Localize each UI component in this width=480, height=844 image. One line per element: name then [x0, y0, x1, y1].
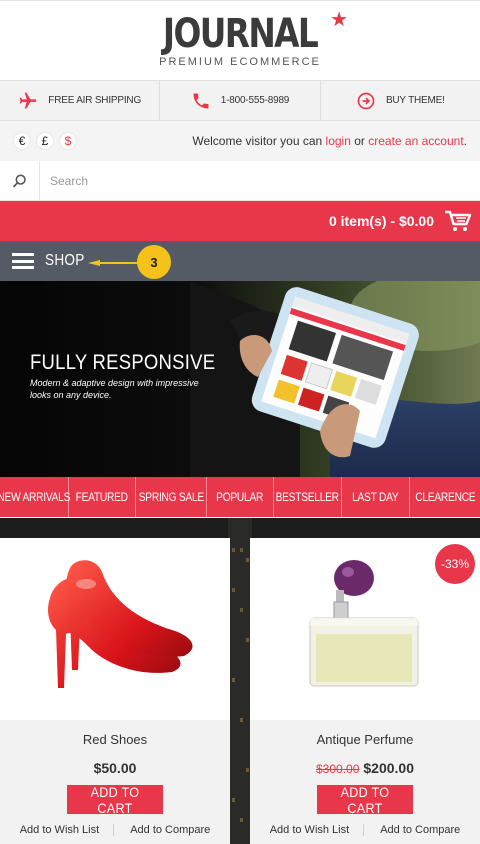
- logo-subtitle: PREMIUM ECOMMERCE: [159, 55, 321, 68]
- airplane-icon: [19, 92, 37, 108]
- add-to-wishlist-link[interactable]: Add to Wish List: [20, 824, 115, 836]
- welcome-bar: € £ $ Welcome visitor you can login or c…: [0, 121, 480, 161]
- info-label: BUY THEME!: [385, 95, 445, 106]
- tab-new-arrivals[interactable]: NEW ARRIVALS: [0, 477, 71, 517]
- star-icon: ★: [330, 8, 349, 31]
- tab-clearence[interactable]: CLEARENCE: [410, 477, 480, 517]
- callout-arrow: [88, 260, 138, 266]
- currency-dollar[interactable]: $: [59, 132, 77, 150]
- add-to-cart-button[interactable]: ADD TO CART: [67, 784, 163, 816]
- welcome-or: or: [354, 134, 365, 148]
- product-card[interactable]: Red Shoes $50.00 ADD TO CART Add to Wish…: [0, 538, 230, 844]
- currency-pound[interactable]: £: [36, 132, 54, 150]
- search-input[interactable]: [40, 161, 480, 200]
- product-info: Red Shoes $50.00 ADD TO CART Add to Wish…: [0, 720, 230, 844]
- hero-title: FULLY RESPONSIVE: [30, 351, 216, 374]
- tab-bestseller[interactable]: BESTSELLER: [274, 477, 342, 517]
- info-item-shipping[interactable]: FREE AIR SHIPPING: [0, 81, 161, 120]
- product-name[interactable]: Red Shoes: [0, 732, 230, 747]
- login-link[interactable]: login: [326, 134, 351, 148]
- logo[interactable]: JOURNAL ★ PREMIUM ECOMMERCE: [146, 10, 348, 68]
- product-image[interactable]: [0, 538, 230, 720]
- welcome-prefix: Welcome visitor you can: [192, 134, 323, 148]
- tab-popular[interactable]: POPULAR: [207, 477, 274, 517]
- welcome-suffix: .: [463, 134, 467, 148]
- info-bar: FREE AIR SHIPPING 1-800-555-8989 BUY THE…: [0, 80, 480, 121]
- cart-summary: 0 item(s) - $0.00: [328, 213, 434, 229]
- tab-featured[interactable]: FEATURED: [69, 477, 136, 517]
- product-image[interactable]: -33%: [250, 538, 480, 720]
- product-name[interactable]: Antique Perfume: [250, 732, 480, 747]
- discount-badge: -33%: [435, 544, 475, 584]
- tab-spring-sale[interactable]: SPRING SALE: [136, 477, 207, 517]
- product-price: $300.00 $200.00: [250, 760, 480, 776]
- currency-euro[interactable]: €: [13, 132, 31, 150]
- site-header: JOURNAL ★ PREMIUM ECOMMERCE: [0, 0, 480, 80]
- product-old-price: $300.00: [316, 762, 360, 776]
- product-grid: Red Shoes $50.00 ADD TO CART Add to Wish…: [0, 518, 480, 844]
- product-info: Antique Perfume $300.00 $200.00 ADD TO CA…: [250, 720, 480, 844]
- phone-icon: [193, 93, 209, 108]
- shop-menu-bar[interactable]: SHOP 3: [0, 241, 480, 281]
- welcome-message: Welcome visitor you can login or create …: [192, 134, 467, 148]
- product-links: Add to Wish List Add to Compare: [0, 824, 230, 836]
- tab-last-day[interactable]: LAST DAY: [342, 477, 410, 517]
- product-price: $50.00: [0, 760, 230, 776]
- product-card[interactable]: -33% Antique Perfume $300.00 $200.00 ADD …: [250, 538, 480, 844]
- search-button[interactable]: [0, 161, 40, 200]
- product-price-value: $50.00: [93, 760, 137, 776]
- create-account-link[interactable]: create an account: [368, 134, 463, 148]
- add-to-cart-button[interactable]: ADD TO CART: [317, 784, 413, 816]
- info-item-buy-theme[interactable]: BUY THEME!: [321, 81, 480, 120]
- cart-bar[interactable]: 0 item(s) - $0.00: [0, 201, 480, 241]
- product-links: Add to Wish List Add to Compare: [250, 824, 480, 836]
- arrow-circle-icon: [357, 92, 375, 109]
- info-item-phone[interactable]: 1-800-555-8989: [160, 81, 321, 120]
- category-tabs: NEW ARRIVALS FEATURED SPRING SALE POPULA…: [0, 477, 480, 517]
- cart-icon: [445, 210, 472, 231]
- currency-switcher: € £ $: [13, 132, 77, 150]
- info-label: 1-800-555-8989: [220, 95, 290, 106]
- callout-badge: 3: [137, 245, 171, 279]
- product-price-value: $200.00: [363, 760, 414, 776]
- add-to-compare-link[interactable]: Add to Compare: [114, 824, 210, 836]
- menu-icon: [12, 253, 34, 269]
- shop-label: SHOP: [45, 252, 85, 269]
- hero-banner[interactable]: FULLY RESPONSIVE Modern & adaptive desig…: [0, 281, 480, 477]
- logo-title: JOURNAL: [162, 10, 319, 57]
- add-to-wishlist-link[interactable]: Add to Wish List: [270, 824, 365, 836]
- search-icon: [12, 174, 26, 187]
- search-bar: [0, 161, 480, 201]
- add-to-compare-link[interactable]: Add to Compare: [364, 824, 460, 836]
- info-label: FREE AIR SHIPPING: [48, 95, 142, 106]
- hero-subtitle: Modern & adaptive design with impressive…: [30, 378, 199, 400]
- red-shoe-image: [48, 560, 193, 688]
